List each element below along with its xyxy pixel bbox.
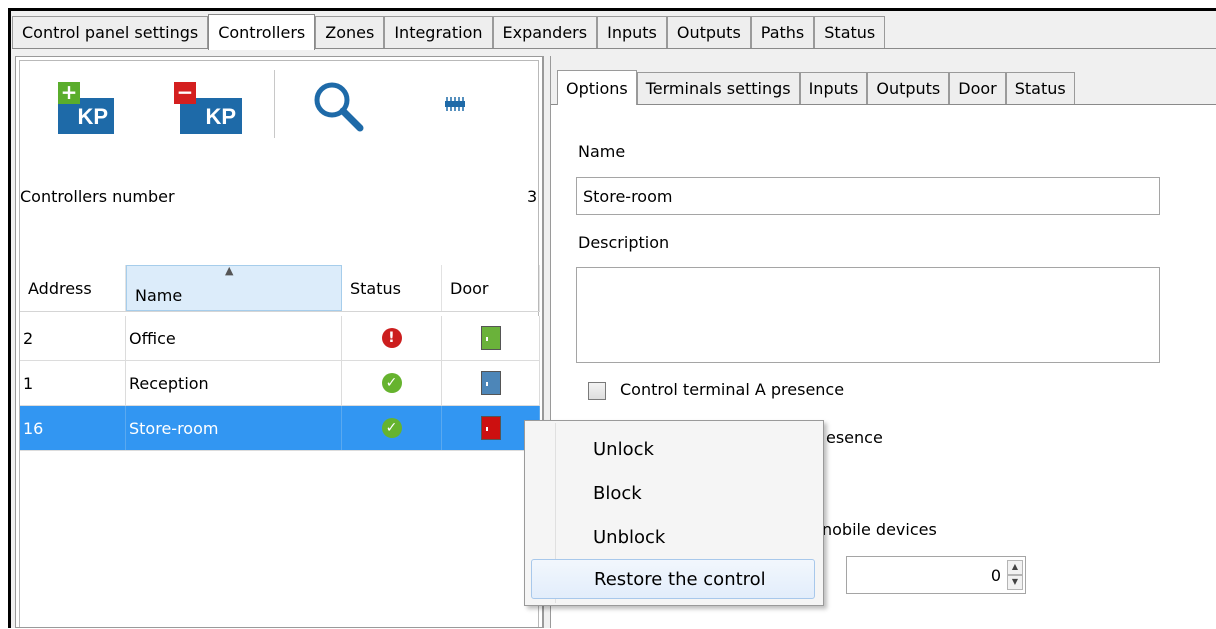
cell-door	[442, 361, 540, 405]
add-controller-button[interactable]: KP +	[50, 78, 120, 138]
menu-item-restore-control[interactable]: Restore the control	[531, 559, 815, 599]
spin-down-icon[interactable]: ▼	[1007, 575, 1023, 590]
add-kp-label: KP	[77, 104, 108, 129]
table-row-selected[interactable]: 16 Store-room ✓	[20, 406, 540, 451]
description-label: Description	[578, 233, 670, 252]
cell-status: ✓	[342, 406, 442, 450]
error-status-icon: !	[381, 328, 402, 348]
context-menu: Unlock Block Unblock Restore the control	[524, 420, 824, 606]
search-icon	[314, 82, 364, 132]
tab-outputs[interactable]: Outputs	[867, 72, 950, 104]
tab-terminals-settings[interactable]: Terminals settings	[636, 72, 800, 104]
tab-inputs[interactable]: Inputs	[799, 72, 868, 104]
tab-divider	[12, 48, 1216, 49]
cell-name: Reception	[126, 361, 342, 405]
controllers-number-value: 3	[527, 187, 538, 206]
toolbar-separator	[274, 70, 275, 138]
cell-name: Store-room	[126, 406, 342, 450]
spinner-buttons: ▲ ▼	[1007, 560, 1023, 590]
column-header-door[interactable]: Door	[442, 265, 540, 311]
number-spinner[interactable]: 0 ▲ ▼	[846, 556, 1026, 594]
table-header: Address ▲ Name Status Door	[20, 264, 540, 312]
name-field[interactable]: Store-room	[576, 177, 1160, 215]
spin-up-icon[interactable]: ▲	[1007, 560, 1023, 575]
tab-inputs[interactable]: Inputs	[597, 16, 667, 48]
sort-ascending-icon: ▲	[225, 264, 234, 277]
tab-zones[interactable]: Zones	[315, 16, 385, 48]
sub-tab-bar: Options Terminals settings Inputs Output…	[557, 70, 1075, 105]
spinner-value: 0	[990, 565, 1001, 585]
tab-outputs[interactable]: Outputs	[666, 16, 751, 48]
table-row[interactable]: 1 Reception ✓	[20, 361, 540, 406]
module-icon	[445, 97, 465, 111]
cell-door	[442, 316, 540, 360]
terminal-a-checkbox[interactable]	[588, 382, 606, 400]
door-closed-icon	[480, 326, 501, 350]
search-button[interactable]	[308, 76, 368, 136]
tab-paths[interactable]: Paths	[750, 16, 815, 48]
controllers-number-label: Controllers number	[20, 187, 175, 206]
plus-icon: +	[58, 82, 80, 104]
description-field[interactable]	[576, 267, 1160, 363]
door-unlocked-icon	[480, 371, 501, 395]
top-tab-bar: Control panel settings Controllers Zones…	[12, 14, 886, 50]
tab-door[interactable]: Door	[949, 72, 1006, 104]
remove-kp-label: KP	[205, 104, 236, 129]
door-blocked-icon	[480, 416, 501, 440]
cell-address: 16	[20, 406, 126, 450]
tab-options[interactable]: Options	[557, 70, 637, 105]
minus-icon: −	[174, 82, 196, 104]
menu-item-block[interactable]: Block	[529, 473, 819, 513]
cell-status: ✓	[342, 361, 442, 405]
remove-controller-button[interactable]: KP −	[172, 78, 244, 138]
cell-address: 1	[20, 361, 126, 405]
table-row[interactable]: 2 Office !	[20, 316, 540, 361]
column-header-address[interactable]: Address	[20, 265, 126, 311]
column-header-name-label: Name	[135, 285, 183, 305]
tab-controllers[interactable]: Controllers	[208, 14, 316, 50]
cell-status: !	[342, 316, 442, 360]
module-button[interactable]	[440, 92, 470, 116]
column-header-name[interactable]: ▲ Name	[126, 264, 342, 311]
tab-integration[interactable]: Integration	[384, 16, 493, 48]
cell-name: Office	[126, 316, 342, 360]
cell-address: 2	[20, 316, 126, 360]
ok-status-icon: ✓	[381, 418, 402, 438]
tab-status[interactable]: Status	[1005, 72, 1075, 104]
tab-status[interactable]: Status	[814, 16, 886, 48]
name-label: Name	[578, 142, 626, 161]
tab-control-panel-settings[interactable]: Control panel settings	[12, 16, 209, 48]
menu-item-unblock[interactable]: Unblock	[529, 517, 819, 557]
ok-status-icon: ✓	[381, 373, 402, 393]
terminal-a-label: Control terminal A presence	[620, 380, 845, 399]
mobile-devices-label: nobile devices	[822, 520, 937, 539]
terminal-b-label: esence	[826, 428, 883, 447]
tab-expanders[interactable]: Expanders	[492, 16, 598, 48]
column-header-status[interactable]: Status	[342, 265, 442, 311]
menu-item-unlock[interactable]: Unlock	[529, 429, 819, 469]
